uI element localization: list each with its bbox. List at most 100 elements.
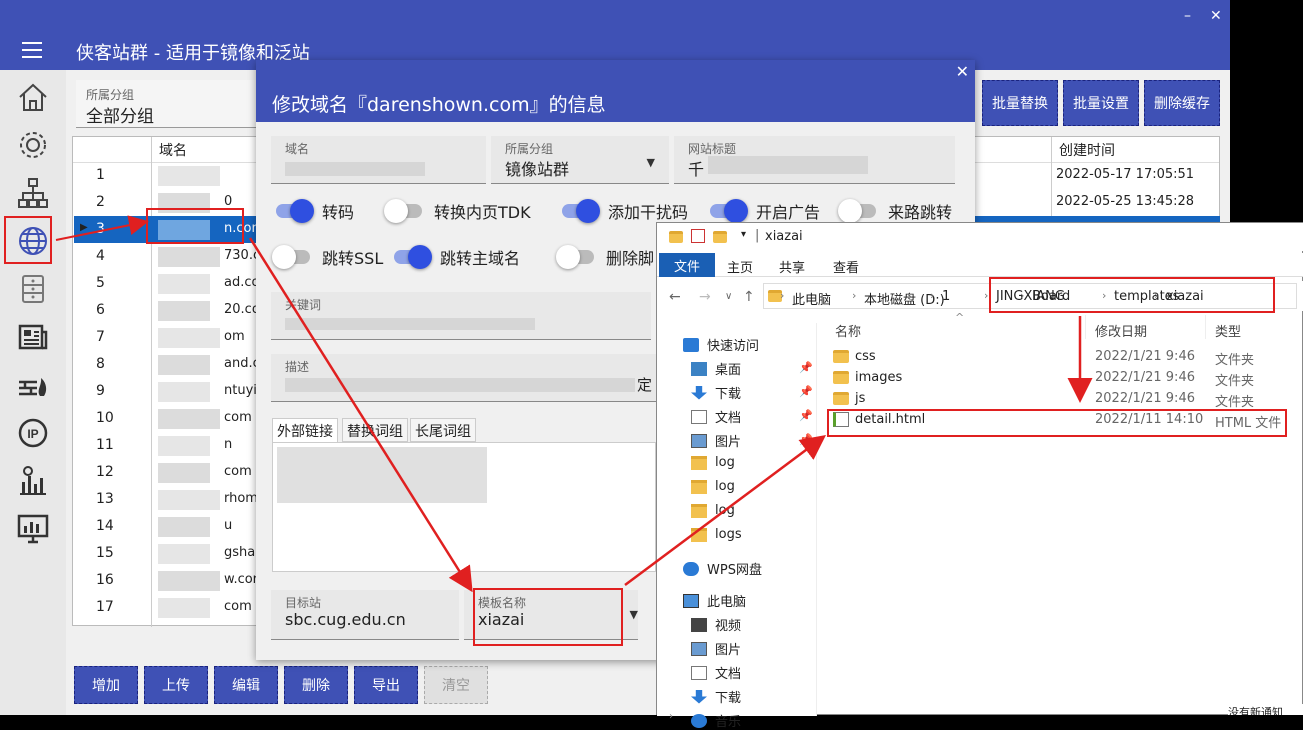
edit-button[interactable]: 编辑 [214,666,278,704]
back-arrow-icon[interactable]: ← [669,289,681,305]
nav-item[interactable]: 此电脑 [683,591,746,610]
breadcrumb-separator-icon[interactable]: › [984,289,988,302]
delete-button[interactable]: 删除 [284,666,348,704]
toggle-switch[interactable] [272,245,310,269]
home-icon[interactable] [16,80,50,114]
file-row[interactable]: images [833,370,902,385]
column-domain[interactable]: 域名 [159,140,187,160]
toggle-switch[interactable] [384,199,422,223]
batch-replace-button[interactable]: 批量替换 [982,80,1058,126]
delete-cache-button[interactable]: 删除缓存 [1144,80,1220,126]
forward-arrow-icon[interactable]: → [699,289,711,305]
recent-dropdown-icon[interactable]: ∨ [725,291,732,302]
annotation-box-row [146,208,244,244]
tab-longtail-words[interactable]: 长尾词组 [410,418,476,442]
column-created[interactable]: 创建时间 [1059,140,1115,160]
ribbon-home-tab[interactable]: 主页 [727,257,753,276]
nav-item[interactable]: 图片 [691,639,741,658]
ribbon-share-tab[interactable]: 共享 [779,257,805,276]
target-site-field[interactable]: 目标站 sbc.cug.edu.cn [271,590,459,640]
group-filter-select[interactable]: 所属分组 全部分组 [76,80,256,128]
nav-item[interactable]: WPS网盘 [683,559,762,578]
firewall-icon[interactable] [16,368,50,402]
domain-field[interactable]: 域名 [271,136,486,184]
nav-item[interactable]: log [691,479,735,494]
nav-item[interactable]: 桌面 [691,359,741,378]
news-icon[interactable] [16,320,50,354]
close-button[interactable]: ✕ [1210,8,1222,24]
column-date[interactable]: 修改日期 [1095,321,1147,340]
description-field[interactable]: 描述 定 [271,354,659,402]
server-icon[interactable] [16,272,50,306]
expand-arrow-icon[interactable]: › [669,711,673,722]
toggle-switch[interactable] [394,245,432,269]
column-name[interactable]: 名称 [835,321,861,340]
keywords-field[interactable]: 关键词 [271,292,651,340]
tab-replace-words[interactable]: 替换词组 [342,418,408,442]
nav-item[interactable]: log [691,503,735,518]
toggle-switch[interactable] [276,199,314,223]
toggle-switch[interactable] [710,199,748,223]
dialog-close-button[interactable]: ✕ [956,62,969,81]
sitemap-icon[interactable] [16,176,50,210]
clear-button[interactable]: 清空 [424,666,488,704]
breadcrumb-item[interactable]: 1 [942,289,950,304]
pin-icon[interactable]: 📌 [799,433,813,446]
nav-item[interactable]: logs [691,527,742,542]
toggle-5[interactable]: 跳转SSL [272,242,384,272]
quick-access-dropdown-icon[interactable]: ▾ [741,229,746,240]
pin-icon[interactable]: 📌 [799,409,813,422]
pin-icon[interactable]: 📌 [799,385,813,398]
toggle-6[interactable]: 跳转主域名 [394,242,520,272]
target-site-value: sbc.cug.edu.cn [285,610,406,629]
nav-item-label: log [715,503,735,518]
upload-button[interactable]: 上传 [144,666,208,704]
video-icon [691,617,707,632]
nav-item[interactable]: 图片 [691,431,741,450]
folder-icon [669,231,683,243]
nav-item[interactable]: 音乐 [691,711,741,730]
breadcrumb-item[interactable]: 此电脑 [792,289,831,308]
add-button[interactable]: 增加 [74,666,138,704]
pin-icon[interactable]: 📌 [799,361,813,374]
ribbon-view-tab[interactable]: 查看 [833,257,859,276]
nav-item[interactable]: 快速访问 [683,335,759,354]
keywords-label: 关键词 [285,298,322,312]
nav-item[interactable]: 文档 [691,663,741,682]
minimize-button[interactable]: – [1184,8,1191,24]
column-type[interactable]: 类型 [1215,321,1241,340]
ribbon-file-tab[interactable]: 文件 [659,253,715,277]
menu-icon[interactable] [22,42,42,58]
nav-item[interactable]: 文档 [691,407,741,426]
ip-icon[interactable]: IP [16,416,50,450]
nav-item-label: 文档 [715,667,742,682]
tab-external-links[interactable]: 外部链接 [272,418,338,442]
toggle-7[interactable]: 删除脚 [556,242,654,272]
file-name: js [855,391,866,406]
monitor-chart-icon[interactable] [16,512,50,546]
toggle-switch[interactable] [562,199,600,223]
breadcrumb-separator-icon[interactable]: › [930,289,934,302]
group-select[interactable]: 所属分组 镜像站群 ▼ [491,136,669,184]
toggle-switch[interactable] [556,245,594,269]
up-arrow-icon[interactable]: ↑ [743,289,755,305]
file-row[interactable]: js [833,391,865,406]
nav-item[interactable]: log [691,455,735,470]
toggle-switch[interactable] [838,199,876,223]
nav-item[interactable]: 下载 [691,383,741,402]
tab-content-area[interactable] [272,442,656,572]
toggle-1[interactable]: 转换内页TDK [384,196,531,226]
file-row[interactable]: css [833,349,876,364]
toggle-0[interactable]: 转码 [276,196,354,226]
nav-item[interactable]: 下载 [691,687,741,706]
export-button[interactable]: 导出 [354,666,418,704]
site-title-field[interactable]: 网站标题 千 [674,136,955,184]
stats-chart-icon[interactable] [16,464,50,498]
batch-settings-button[interactable]: 批量设置 [1063,80,1139,126]
nav-item[interactable]: 视频 [691,615,741,634]
toggle-label: 跳转SSL [322,249,384,268]
picture-icon [691,433,707,448]
breadcrumb-separator-icon[interactable]: › [780,289,784,302]
gear-icon[interactable] [16,128,50,162]
breadcrumb-separator-icon[interactable]: › [852,289,856,302]
